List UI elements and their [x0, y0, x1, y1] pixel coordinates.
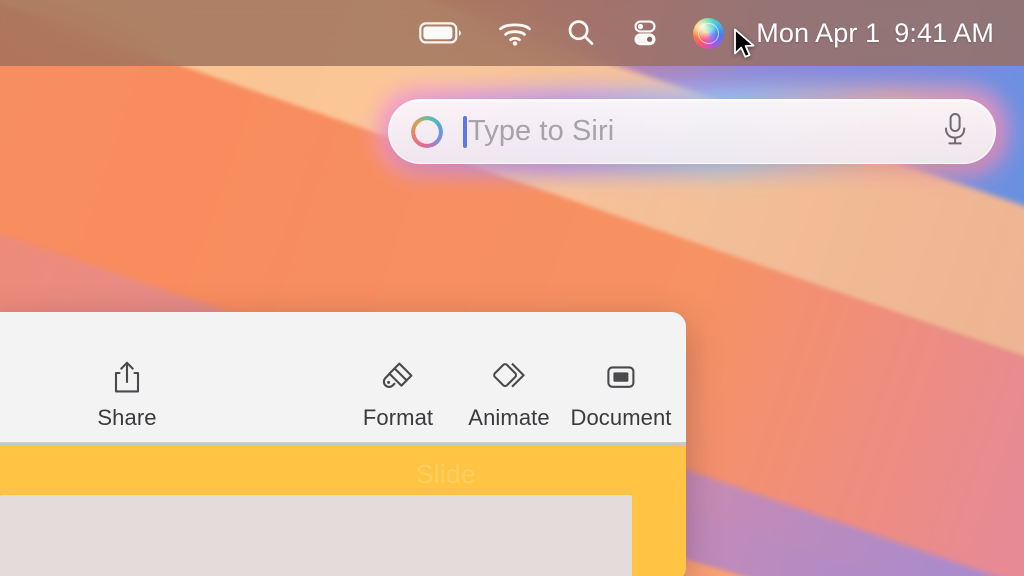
- siri-placeholder-text: Type to Siri: [468, 115, 614, 148]
- menu-bar-date: Mon Apr 1: [756, 18, 880, 49]
- menu-bar-clock[interactable]: Mon Apr 1 9:41 AM: [756, 18, 994, 49]
- wifi-icon[interactable]: [497, 0, 533, 66]
- toolbar-button-format[interactable]: Format: [338, 360, 458, 431]
- menu-bar: Mon Apr 1 9:41 AM: [0, 0, 1024, 66]
- toolbar-button-share[interactable]: Share: [67, 360, 187, 431]
- slide-title-text: Slide: [416, 459, 476, 490]
- toolbar-label-document: Document: [570, 405, 671, 431]
- toolbar-button-document[interactable]: Document: [561, 360, 681, 431]
- document-icon: [604, 360, 638, 394]
- toolbar-label-share: Share: [97, 405, 156, 431]
- battery-icon[interactable]: [419, 0, 465, 66]
- share-icon: [111, 360, 143, 394]
- toolbar-button-animate[interactable]: Animate: [449, 360, 569, 431]
- app-toolbar: Share Format: [0, 312, 686, 442]
- menu-bar-time: 9:41 AM: [894, 18, 994, 49]
- toolbar-label-animate: Animate: [468, 405, 549, 431]
- siri-logo-icon: [411, 116, 443, 148]
- animate-diamonds-icon: [490, 360, 528, 394]
- toolbar-label-format: Format: [363, 405, 433, 431]
- mouse-cursor: [733, 28, 759, 67]
- keynote-window: Share Format: [0, 312, 686, 576]
- slide-canvas[interactable]: Slide: [0, 445, 686, 576]
- spotlight-icon[interactable]: [565, 0, 597, 66]
- control-center-icon[interactable]: [629, 0, 661, 66]
- paintbrush-icon: [381, 360, 415, 394]
- siri-icon[interactable]: [693, 0, 724, 66]
- siri-type-bar[interactable]: Type to Siri: [388, 99, 996, 164]
- microphone-icon[interactable]: [941, 111, 969, 152]
- siri-orb-glyph: [693, 18, 724, 49]
- slide-body-panel[interactable]: [0, 495, 632, 576]
- text-caret: [463, 116, 467, 148]
